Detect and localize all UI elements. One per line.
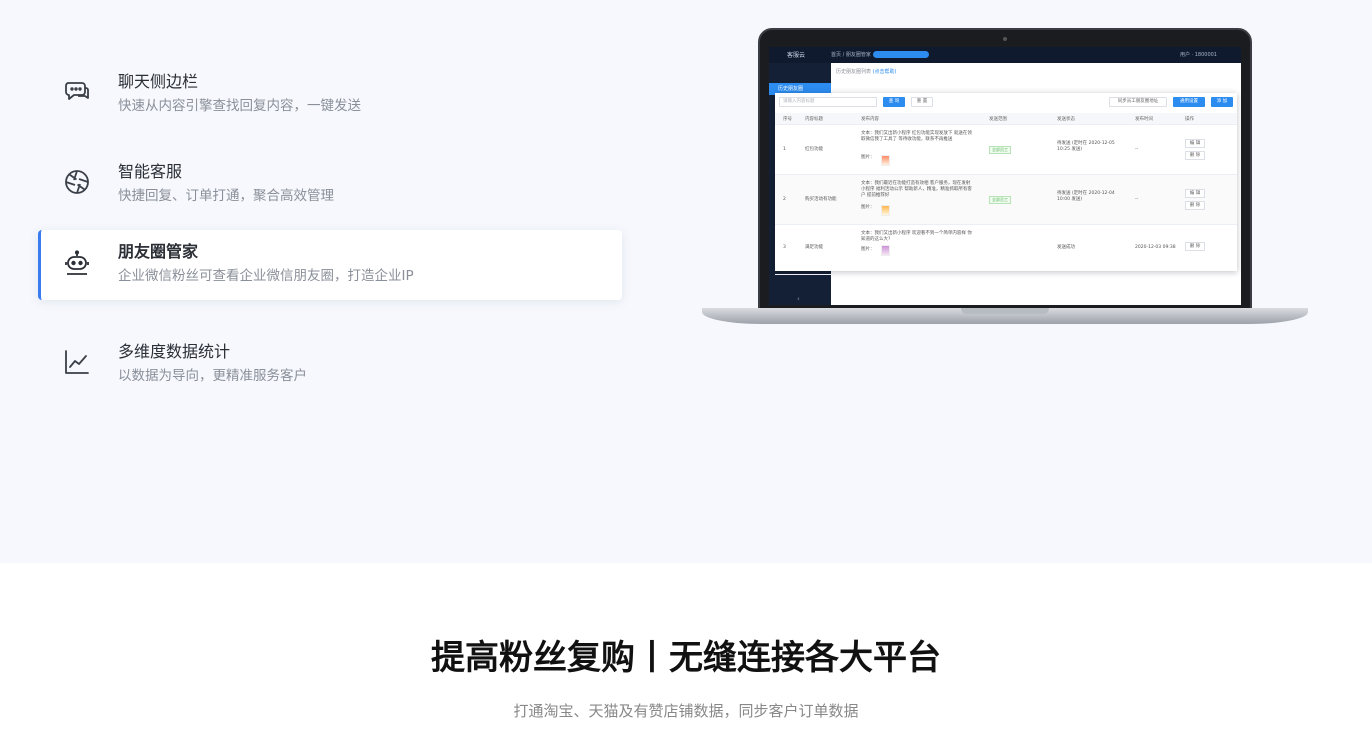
robot-icon — [63, 250, 91, 278]
row-time: -- — [1135, 147, 1139, 152]
row-content: 文本：我们最近在功能打造有效相 客户服务，现在发射小程序 福利活动公示 帮助新人… — [861, 181, 972, 198]
delete-button[interactable]: 删 除 — [1185, 151, 1205, 160]
feature-title: 聊天侧边栏 — [118, 72, 199, 91]
row-image-label: 图片： — [861, 247, 875, 252]
section-headline: 提高粉丝复购丨无缝连接各大平台 — [431, 638, 941, 678]
delete-button[interactable]: 删 除 — [1185, 242, 1205, 251]
search-input[interactable]: 请输入内容标题 — [779, 97, 877, 107]
column-header: 内容标题 — [805, 117, 823, 122]
thumbnail-image[interactable] — [881, 205, 890, 216]
sync-button[interactable]: 同步员工朋友圈地址 — [1109, 97, 1167, 107]
aperture-icon — [63, 168, 91, 196]
row-status: 待发送 (定时在 2020-12-05 10:25 发送) — [1057, 141, 1115, 152]
add-button[interactable]: 添 加 — [1211, 97, 1233, 107]
sidebar-item-label: 历史朋友圈 — [778, 86, 804, 92]
row-index: 1 — [783, 147, 786, 152]
row-index: 2 — [783, 197, 786, 202]
feature-data-stats[interactable]: 多维度数据统计 以数据为导向，更精准服务客户 — [38, 330, 622, 400]
column-header: 操作 — [1185, 117, 1194, 122]
feature-smart-service[interactable]: 智能客服 快捷回复、订单打通，聚合高效管理 — [38, 150, 622, 220]
row-time: 2020-12-03 09:38 — [1135, 245, 1176, 250]
settings-button[interactable]: 通用设置 — [1173, 97, 1205, 107]
feature-title: 朋友圈管家 — [118, 242, 199, 261]
camera-dot — [1003, 37, 1007, 41]
row-title: 红包功能 — [805, 147, 823, 152]
table-header: 序号 内容标题 发布内容 发送范围 发送状态 发布时间 操作 — [775, 113, 1237, 125]
column-header: 发布内容 — [861, 117, 879, 122]
feature-desc: 快捷回复、订单打通，聚合高效管理 — [118, 188, 334, 204]
app-logo: 客服云 — [787, 52, 806, 59]
user-menu[interactable]: 用户 · 1800001 — [1180, 51, 1217, 58]
row-image-label: 图片： — [861, 205, 875, 210]
column-header: 发布时间 — [1135, 117, 1153, 122]
feature-chat-sidebar[interactable]: 聊天侧边栏 快速从内容引擎查找回复内容，一键发送 — [38, 60, 622, 130]
edit-button[interactable]: 编 辑 — [1185, 189, 1205, 198]
scope-badge: 全部员工 — [989, 146, 1011, 154]
feature-title: 多维度数据统计 — [118, 342, 231, 361]
laptop-lid: 客服云 首页 / 朋友圈管家 用户 · 1800001 历史朋友圈 ‹ 历史朋友… — [758, 28, 1252, 310]
section-subline: 打通淘宝、天猫及有赞店铺数据，同步客户订单数据 — [513, 702, 859, 720]
collapse-icon[interactable]: ‹ — [797, 295, 800, 303]
table-row: 2 购买活动有功能 文本：我们最近在功能打造有效相 客户服务，现在发射小程序 福… — [775, 175, 1237, 225]
feature-desc: 快速从内容引擎查找回复内容，一键发送 — [118, 98, 361, 114]
search-button[interactable]: 查 询 — [883, 97, 905, 107]
laptop-mockup: 客服云 首页 / 朋友圈管家 用户 · 1800001 历史朋友圈 ‹ 历史朋友… — [700, 28, 1310, 328]
row-content: 文本：我们又出新小程序 欢迎看不到一个简单内容样 你知道的这么大? — [861, 231, 972, 242]
chat-bubbles-icon — [63, 78, 91, 106]
breadcrumb: 首页 / 朋友圈管家 — [831, 52, 871, 58]
row-content: 文本：我们又出新小程序 红包功能实现发放下 就送在领取微信我了工具了 等待收功能… — [861, 131, 972, 142]
feature-title: 智能客服 — [118, 162, 183, 181]
row-image-label: 图片： — [861, 155, 875, 160]
help-link[interactable]: (点击帮助) — [873, 69, 897, 75]
thumbnail-image[interactable] — [881, 245, 890, 256]
subtitle-text: 历史朋友圈列表 — [836, 69, 872, 75]
features-section: 聊天侧边栏 快速从内容引擎查找回复内容，一键发送 智能客服 快捷回复、订单打通，… — [0, 0, 1372, 563]
edit-button[interactable]: 编 辑 — [1185, 139, 1205, 148]
column-header: 发送状态 — [1057, 117, 1075, 122]
laptop-notch — [961, 308, 1049, 314]
row-status: 待发送 (定时在 2020-12-04 10:00 发送) — [1057, 191, 1115, 202]
line-chart-icon — [63, 348, 91, 376]
feature-desc: 以数据为导向，更精准服务客户 — [118, 368, 307, 384]
page-subtitle: 历史朋友圈列表 (点击帮助) — [836, 68, 897, 75]
column-header: 发送范围 — [989, 117, 1007, 122]
feature-moments-manager[interactable]: 朋友圈管家 企业微信粉丝可查看企业微信朋友圈，打造企业IP — [38, 230, 622, 300]
thumbnail-image[interactable] — [881, 155, 890, 166]
column-header: 序号 — [783, 117, 792, 122]
app-topbar: 客服云 首页 / 朋友圈管家 用户 · 1800001 — [769, 47, 1241, 63]
scope-badge: 全部员工 — [989, 196, 1011, 204]
row-title: 满足功能 — [805, 245, 823, 250]
row-status: 发送成功 — [1057, 245, 1075, 250]
status-tag — [873, 51, 929, 58]
row-index: 3 — [783, 245, 786, 250]
moments-panel: 请输入内容标题 查 询 重 置 同步员工朋友圈地址 通用设置 添 加 序号 内容… — [775, 93, 1237, 275]
row-title: 购买活动有功能 — [805, 197, 837, 202]
laptop-screen: 客服云 首页 / 朋友圈管家 用户 · 1800001 历史朋友圈 ‹ 历史朋友… — [769, 47, 1241, 305]
reset-button[interactable]: 重 置 — [911, 97, 933, 107]
feature-desc: 企业微信粉丝可查看企业微信朋友圈，打造企业IP — [118, 268, 414, 284]
table-row: 1 红包功能 文本：我们又出新小程序 红包功能实现发放下 就送在领取微信我了工具… — [775, 125, 1237, 175]
row-time: -- — [1135, 197, 1139, 202]
table-row: 3 满足功能 文本：我们又出新小程序 欢迎看不到一个简单内容样 你知道的这么大?… — [775, 225, 1237, 275]
delete-button[interactable]: 删 除 — [1185, 201, 1205, 210]
